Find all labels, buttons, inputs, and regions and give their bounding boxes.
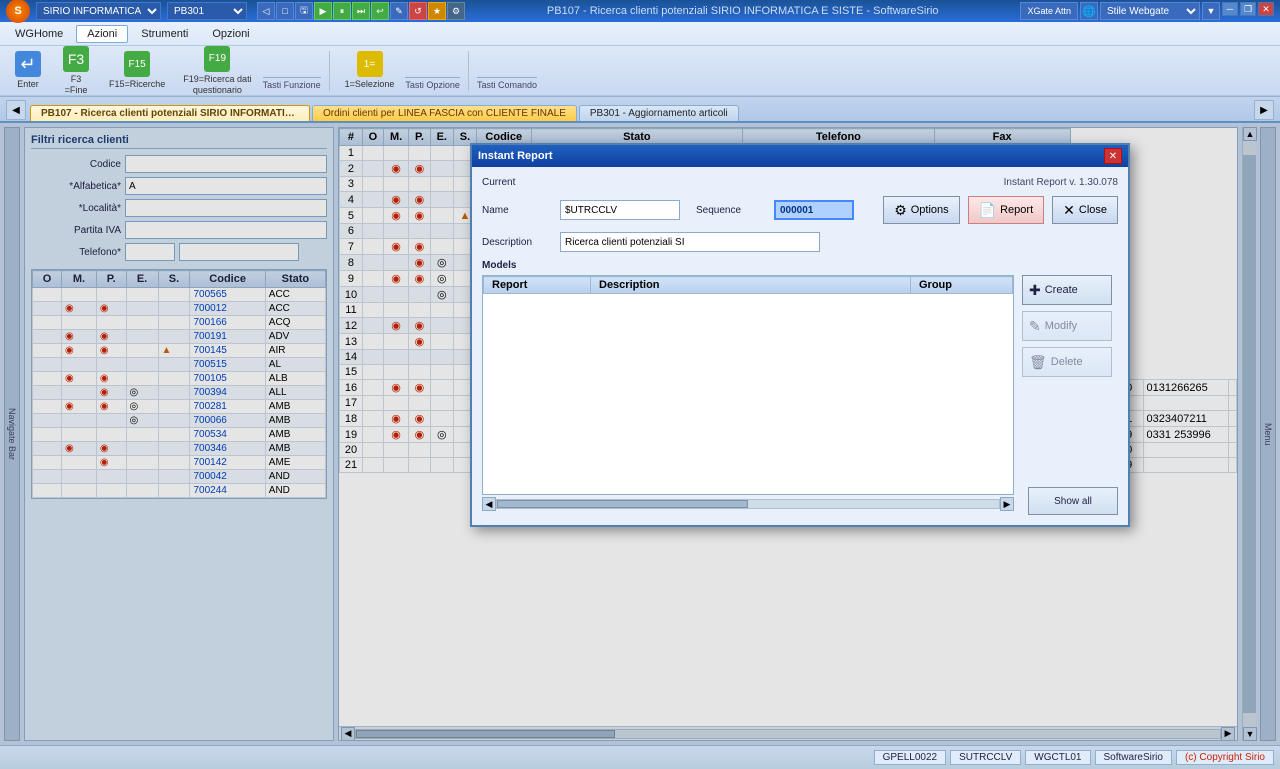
- models-table: Report Description Group: [483, 276, 1013, 294]
- models-table-container: Report Description Group: [482, 275, 1014, 495]
- sequence-label: Sequence: [696, 205, 766, 216]
- win-minimize[interactable]: ─: [1222, 2, 1238, 16]
- f15-btn[interactable]: F15 F15=Ricerche: [102, 48, 172, 93]
- tasti-comando-label: Tasti Comando: [477, 77, 537, 93]
- icon-toolbar: ↵ Enter F3 F3=Fine F15 F15=Ricerche F19 …: [0, 46, 1280, 96]
- toolbar-small-btn-8[interactable]: ✎: [390, 2, 408, 20]
- f3-label: F3=Fine: [65, 74, 88, 96]
- tab-pb107[interactable]: PB107 - Ricerca clienti potenziali SIRIO…: [30, 105, 310, 121]
- toolbar-small-btn-10[interactable]: ★: [428, 2, 446, 20]
- menu-opzioni[interactable]: Opzioni: [201, 25, 260, 43]
- models-scroll-thumb: [497, 500, 748, 508]
- name-label: Name: [482, 205, 552, 216]
- dialog-title: Instant Report: [478, 150, 553, 162]
- status-sutrcclv: SUTRCCLV: [950, 750, 1021, 765]
- version-label: Instant Report v. 1.30.078: [1004, 177, 1118, 188]
- create-btn[interactable]: ✚ Create: [1022, 275, 1112, 305]
- status-copyright: (c) Copyright Sirio: [1176, 750, 1274, 765]
- toolbar-small-btn-6[interactable]: ⏭: [352, 2, 370, 20]
- tab-bar: ◀ PB107 - Ricerca clienti potenziali SIR…: [0, 97, 1280, 123]
- f19-label: F19=Ricerca datiquestionario: [183, 74, 251, 96]
- tab-nav-right[interactable]: ▶: [1254, 100, 1274, 120]
- toolbar-small-btn-11[interactable]: ⚙: [447, 2, 465, 20]
- action-buttons-col: ✚ Create ✎ Modify 🗑 Delete: [1022, 275, 1118, 495]
- models-col-group: Group: [911, 277, 1013, 294]
- name-input[interactable]: [560, 200, 680, 220]
- module-dropdown[interactable]: PB301: [167, 2, 247, 20]
- status-softwaresirio: SoftwareSirio: [1095, 750, 1172, 765]
- dialog-titlebar: Instant Report ✕: [472, 145, 1128, 167]
- status-bar: GPELL0022 SUTRCCLV WGCTL01 SoftwareSirio…: [0, 745, 1280, 769]
- style-dropdown-btn[interactable]: ▼: [1202, 2, 1220, 20]
- modify-btn[interactable]: ✎ Modify: [1022, 311, 1112, 341]
- models-title: Models: [482, 260, 1118, 271]
- report-btn[interactable]: 📄 Report: [968, 196, 1044, 224]
- name-sequence-row: Name Sequence ⚙ Options 📄 Report: [482, 196, 1118, 224]
- main-content: Navigate Bar Filtri ricerca clienti Codi…: [0, 123, 1280, 745]
- show-all-btn[interactable]: Show all: [1028, 487, 1118, 515]
- toolbar-small-btn-1[interactable]: ◁: [257, 2, 275, 20]
- tasti-opzione-label: Tasti Opzione: [405, 77, 460, 93]
- tab-nav-left[interactable]: ◀: [6, 100, 26, 120]
- toolbar-small-btn-9[interactable]: ↺: [409, 2, 427, 20]
- sel-btn[interactable]: 1= 1=Selezione: [338, 48, 402, 93]
- win-restore[interactable]: ❐: [1240, 2, 1256, 16]
- f19-btn[interactable]: F19 F19=Ricerca datiquestionario: [176, 43, 258, 99]
- models-scroll-track[interactable]: [496, 499, 1000, 509]
- close-dialog-btn[interactable]: ✕ Close: [1052, 196, 1118, 224]
- title-bar: S SIRIO INFORMATICA PB301 ◁ □ 🖫 ▶ ⏸ ⏭ ↩ …: [0, 0, 1280, 22]
- dialog-body: Current Instant Report v. 1.30.078 Name …: [472, 167, 1128, 525]
- toolbar-small-btn-7[interactable]: ↩: [371, 2, 389, 20]
- main-title: PB107 - Ricerca clienti potenziali SIRIO…: [465, 5, 1020, 17]
- toolbar-small-btn-2[interactable]: □: [276, 2, 294, 20]
- menu-azioni[interactable]: Azioni: [76, 25, 128, 43]
- dialog-close-x-btn[interactable]: ✕: [1104, 148, 1122, 164]
- toolbar-small-btn-3[interactable]: 🖫: [295, 2, 313, 20]
- f3-btn[interactable]: F3 F3=Fine: [54, 43, 98, 99]
- toolbar-small-btn-4[interactable]: ▶: [314, 2, 332, 20]
- app-logo: S: [6, 0, 30, 23]
- f15-label: F15=Ricerche: [109, 79, 165, 90]
- top-area: WGHome Azioni Strumenti Opzioni ↵ Enter …: [0, 22, 1280, 97]
- description-label: Description: [482, 237, 552, 248]
- menu-strumenti[interactable]: Strumenti: [130, 25, 199, 43]
- dialog-overlay: Instant Report ✕ Current Instant Report …: [0, 123, 1280, 745]
- description-row: Description: [482, 232, 1118, 252]
- models-col-desc: Description: [591, 277, 911, 294]
- description-input[interactable]: [560, 232, 820, 252]
- tasti-funzione-label: Tasti Funzione: [263, 77, 321, 93]
- sequence-input[interactable]: [774, 200, 854, 220]
- status-gpell: GPELL0022: [874, 750, 947, 765]
- win-close[interactable]: ✕: [1258, 2, 1274, 16]
- sel-label: 1=Selezione: [345, 79, 395, 90]
- delete-btn[interactable]: 🗑 Delete: [1022, 347, 1112, 377]
- tab-pb301[interactable]: PB301 - Aggiornamento articoli: [579, 105, 739, 121]
- tab-ordini[interactable]: Ordini clienti per LINEA FASCIA con CLIE…: [312, 105, 577, 121]
- current-row: Current Instant Report v. 1.30.078: [482, 177, 1118, 188]
- enter-label: Enter: [17, 79, 39, 90]
- enter-btn[interactable]: ↵ Enter: [6, 48, 50, 93]
- company-dropdown[interactable]: SIRIO INFORMATICA: [36, 2, 161, 20]
- toolbar-small-btn-5[interactable]: ⏸: [333, 2, 351, 20]
- models-h-scrollbar[interactable]: ◀ ▶: [482, 497, 1014, 511]
- instant-report-dialog: Instant Report ✕ Current Instant Report …: [470, 143, 1130, 527]
- status-wgctl01: WGCTL01: [1025, 750, 1090, 765]
- current-label: Current: [482, 177, 552, 188]
- xgate-btn[interactable]: XGate Attn: [1020, 2, 1078, 20]
- models-scroll-right[interactable]: ▶: [1000, 497, 1014, 511]
- options-btn[interactable]: ⚙ Options: [883, 196, 959, 224]
- menu-wghome[interactable]: WGHome: [4, 25, 74, 43]
- models-col-report: Report: [484, 277, 591, 294]
- globe-icon-btn[interactable]: 🌐: [1080, 2, 1098, 20]
- models-scroll-left[interactable]: ◀: [482, 497, 496, 511]
- style-dropdown[interactable]: Stile Webgate: [1100, 2, 1200, 20]
